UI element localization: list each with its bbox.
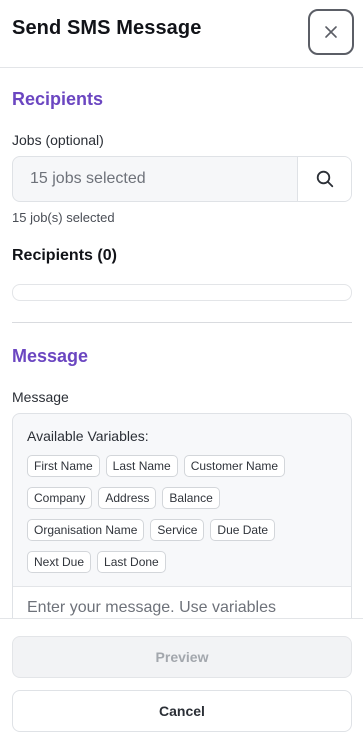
recipients-section-title: Recipients (12, 89, 104, 109)
close-icon (325, 26, 337, 38)
variable-chip-last-done[interactable]: Last Done (97, 551, 166, 573)
jobs-selector: 15 jobs selected (12, 156, 352, 202)
section-divider (12, 322, 352, 323)
message-placeholder: Enter your message. Use variables (27, 599, 276, 616)
variable-chip-next-due[interactable]: Next Due (27, 551, 92, 573)
jobs-search-button[interactable] (297, 157, 351, 201)
dialog-footer: Preview Cancel (0, 618, 363, 747)
variable-chip-due-date[interactable]: Due Date (210, 519, 276, 541)
recipients-list (12, 284, 352, 301)
message-section-title: Message (12, 346, 89, 366)
variable-chip-customer-name[interactable]: Customer Name (183, 455, 286, 477)
message-label: Message (12, 389, 69, 405)
message-textarea[interactable]: Enter your message. Use variables (13, 586, 351, 618)
search-icon (316, 170, 333, 188)
variable-chip-service[interactable]: Service (150, 519, 205, 541)
dialog-title: Send SMS Message (12, 17, 202, 39)
variable-chip-first-name[interactable]: First Name (27, 455, 100, 477)
message-editor: Available Variables: First Name Last Nam… (12, 413, 352, 618)
preview-button[interactable]: Preview (12, 636, 352, 678)
variable-chip-balance[interactable]: Balance (162, 487, 220, 509)
cancel-button[interactable]: Cancel (12, 690, 352, 732)
dialog-body[interactable]: Recipients Jobs (optional) 15 jobs selec… (0, 69, 363, 618)
jobs-helper-text: 15 job(s) selected (12, 210, 115, 225)
variable-chip-last-name[interactable]: Last Name (105, 455, 178, 477)
variable-chip-address[interactable]: Address (98, 487, 157, 509)
variable-chip-organisation-name[interactable]: Organisation Name (27, 519, 145, 541)
close-button[interactable] (308, 9, 354, 55)
variable-chip-company[interactable]: Company (27, 487, 93, 509)
jobs-input[interactable]: 15 jobs selected (13, 157, 297, 201)
jobs-label: Jobs (optional) (12, 132, 104, 148)
recipients-heading: Recipients (0) (12, 247, 117, 264)
available-variables-title: Available Variables: (27, 428, 149, 444)
dialog-header: Send SMS Message (0, 0, 363, 68)
